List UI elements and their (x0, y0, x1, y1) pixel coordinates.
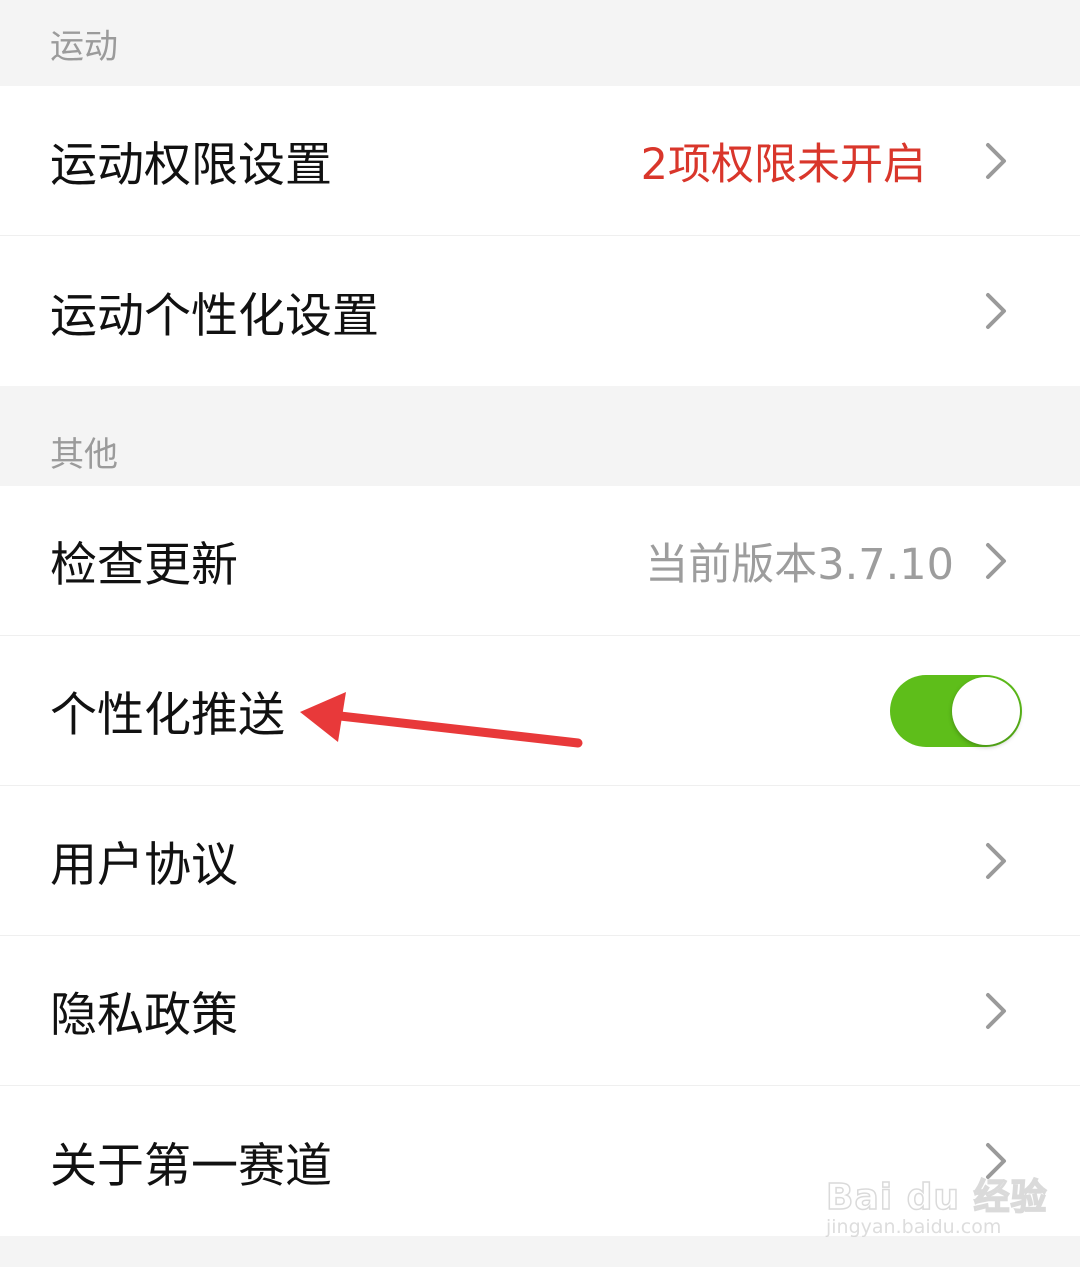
chevron-right-icon (982, 291, 1010, 331)
row-label: 检查更新 (50, 538, 238, 593)
chevron-right-icon (982, 541, 1010, 581)
row-label: 运动个性化设置 (50, 288, 379, 344)
row-label: 用户协议 (50, 838, 238, 893)
chevron-right-icon (982, 991, 1010, 1031)
section-header-other: 其他 (0, 386, 1080, 486)
watermark-url: jingyan.baidu.com (826, 1216, 1002, 1238)
chevron-right-icon (982, 841, 1010, 881)
row-label: 个性化推送 (50, 688, 285, 743)
personalized-push-toggle[interactable] (890, 675, 1022, 747)
watermark-brand: Bai du 经验 (825, 1176, 1048, 1219)
section-header-sport: 运动 (0, 0, 1080, 86)
personalized-push-row: 个性化推送 (0, 636, 1080, 786)
check-update-row[interactable]: 检查更新 当前版本3.7.10 (0, 486, 1080, 636)
user-agreement-row[interactable]: 用户协议 (0, 786, 1080, 936)
permission-status-text: 2项权限未开启 (640, 139, 926, 190)
watermark: Bai du 经验 jingyan.baidu.com (825, 1150, 1047, 1250)
row-label: 运动权限设置 (50, 138, 332, 193)
settings-group-other: 检查更新 当前版本3.7.10 个性化推送 用户协议 隐私政策 关于第一赛道 (0, 486, 1080, 1236)
sport-personalization-settings-row[interactable]: 运动个性化设置 (0, 236, 1080, 386)
settings-group-sport: 运动权限设置 2项权限未开启 运动个性化设置 (0, 86, 1080, 386)
chevron-right-icon (982, 141, 1010, 181)
toggle-knob (952, 677, 1020, 745)
sport-permission-settings-row[interactable]: 运动权限设置 2项权限未开启 (0, 86, 1080, 236)
privacy-policy-row[interactable]: 隐私政策 (0, 936, 1080, 1086)
current-version-text: 当前版本3.7.10 (645, 539, 954, 590)
row-label: 隐私政策 (50, 988, 238, 1043)
